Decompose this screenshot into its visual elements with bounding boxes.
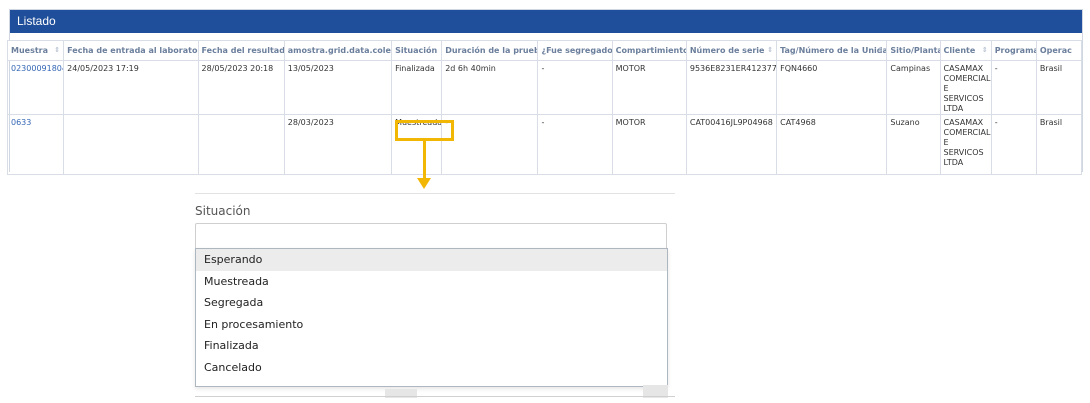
- table-cell: -: [441, 114, 539, 175]
- sample-link[interactable]: 02300091804: [11, 64, 63, 73]
- dropdown-option[interactable]: Cancelado: [196, 357, 667, 379]
- divider: [195, 396, 675, 397]
- results-grid: Muestra ⇕ Fecha de entrada al laboratorio…: [6, 40, 1083, 175]
- table-row[interactable]: 02300091804 24/05/2023 17:19 28/05/2023 …: [6, 60, 1083, 115]
- filter-label: Situación: [195, 204, 251, 218]
- sort-icon[interactable]: ⇕: [982, 46, 988, 54]
- dropdown-option[interactable]: Esperando: [196, 249, 667, 271]
- situation-select-input[interactable]: [195, 223, 667, 250]
- sort-icon[interactable]: ⇕: [54, 46, 60, 54]
- column-header[interactable]: Tag/Número de la Unidad ⇕: [776, 40, 888, 61]
- table-cell: 2d 6h 40min: [441, 60, 539, 115]
- column-header[interactable]: Fecha de entrada al laboratorio: [63, 40, 199, 61]
- column-header[interactable]: Fecha del resultado: [197, 40, 285, 61]
- table-cell: 28/05/2023 20:18: [197, 60, 285, 115]
- table-cell: -: [990, 114, 1037, 175]
- grid-header-row: Muestra ⇕ Fecha de entrada al laboratorio…: [6, 40, 1083, 61]
- table-cell: CASAMAX COMERCIAL E SERVICOS LTDA: [939, 60, 992, 115]
- table-cell: 9536E8231ER412377: [685, 60, 778, 115]
- sort-icon[interactable]: ⇕: [767, 46, 773, 54]
- dropdown-option[interactable]: Finalizada: [196, 335, 667, 357]
- table-cell: Finalizada: [391, 60, 443, 115]
- column-header[interactable]: ¿Fue segregado?: [537, 40, 613, 61]
- table-cell: MOTOR: [611, 114, 687, 175]
- situation-dropdown: Esperando Muestreada Segregada En proces…: [195, 248, 668, 387]
- table-cell: 28/03/2023: [283, 114, 393, 175]
- table-cell: [197, 114, 285, 175]
- table-cell: 24/05/2023 17:19: [63, 60, 199, 115]
- panel-title: Listado: [10, 10, 1082, 33]
- table-cell: -: [537, 114, 613, 175]
- column-header[interactable]: Situación: [391, 40, 443, 61]
- table-cell: CAT4968: [776, 114, 888, 175]
- table-cell: Brasil: [1035, 114, 1083, 175]
- highlight-box: [395, 120, 454, 141]
- dropdown-option[interactable]: En procesamiento: [196, 314, 667, 336]
- table-cell: Campinas: [886, 60, 941, 115]
- arrow-head-icon: [417, 178, 431, 189]
- arrow-down-icon: [423, 141, 426, 178]
- sample-link[interactable]: 0633: [11, 118, 31, 127]
- column-header[interactable]: Compartimiento: [611, 40, 687, 61]
- table-row[interactable]: 0633 28/03/2023 Muestreada - - MOTOR CAT…: [6, 114, 1083, 175]
- table-cell: Suzano: [886, 114, 941, 175]
- column-header[interactable]: Duración de la prueba: [441, 40, 539, 61]
- table-cell: Brasil: [1035, 60, 1083, 115]
- sort-icon[interactable]: ⇕: [878, 46, 884, 54]
- table-cell: CAT00416JL9P04968: [685, 114, 778, 175]
- table-cell: -: [990, 60, 1037, 115]
- dropdown-option[interactable]: Muestreada: [196, 271, 667, 293]
- column-header[interactable]: Operac: [1035, 40, 1083, 61]
- situation-filter: Situación Esperando Muestreada Segregada…: [195, 193, 675, 398]
- table-cell: FQN4660: [776, 60, 888, 115]
- table-cell: 13/05/2023: [283, 60, 393, 115]
- table-cell: MOTOR: [611, 60, 687, 115]
- column-header[interactable]: Número de serie ⇕: [685, 40, 778, 61]
- dropdown-option[interactable]: Segregada: [196, 292, 667, 314]
- column-header[interactable]: Cliente ⇕: [939, 40, 992, 61]
- column-header[interactable]: Programa: [990, 40, 1037, 61]
- column-header[interactable]: amostra.grid.data.coleta: [283, 40, 393, 61]
- column-header[interactable]: Muestra ⇕: [6, 40, 65, 61]
- table-cell: [63, 114, 199, 175]
- column-header[interactable]: Sitio/Planta: [886, 40, 941, 61]
- table-cell: CASAMAX COMERCIAL E SERVICOS LTDA: [939, 114, 992, 175]
- table-cell: -: [537, 60, 613, 115]
